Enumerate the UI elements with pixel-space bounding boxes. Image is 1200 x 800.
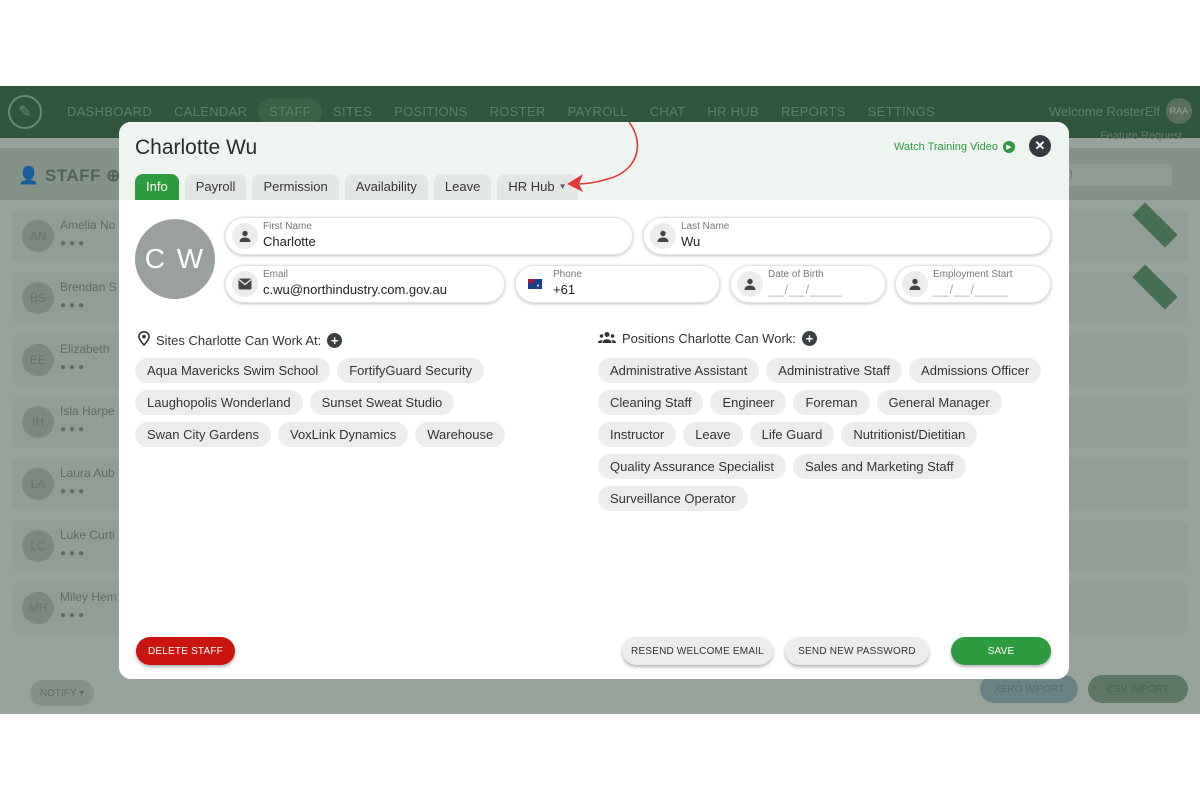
staff-edit-modal: Charlotte Wu Watch Training Video ▶ ✕ In… [119,122,1069,679]
tab-label: Permission [263,179,328,194]
site-chip[interactable]: Sunset Sweat Studio [309,390,455,415]
sites-heading: Sites Charlotte Can Work At: + [138,330,343,349]
sites-heading-text: Sites Charlotte Can Work At: [156,332,322,348]
date-of-birth-value[interactable]: __/__/____ [768,282,843,297]
position-chip[interactable]: Life Guard [749,422,835,447]
site-chip[interactable]: Laughopolis Wonderland [135,390,303,415]
close-button[interactable]: ✕ [1029,135,1051,157]
email-field[interactable]: Email c.wu@northindustry.com.gov.au [225,265,505,303]
position-chip[interactable]: Leave [683,422,743,447]
phone-label: Phone [553,269,582,280]
staff-avatar[interactable]: C W [135,219,215,299]
position-chip[interactable]: Engineer [710,390,787,415]
position-chip[interactable]: Surveillance Operator [598,486,748,511]
save-button[interactable]: SAVE [951,637,1051,665]
tab-label: Info [146,179,168,194]
site-chip[interactable]: Swan City Gardens [135,422,271,447]
last-name-label: Last Name [681,221,730,232]
delete-staff-button[interactable]: DELETE STAFF [136,637,235,665]
last-name-field[interactable]: Last Name Wu [643,217,1051,255]
tab-availability[interactable]: Availability [344,174,428,200]
last-name-value[interactable]: Wu [681,234,700,249]
tab-leave[interactable]: Leave [433,174,492,200]
position-chip[interactable]: Quality Assurance Specialist [598,454,787,479]
site-chip[interactable]: Aqua Mavericks Swim School [135,358,331,383]
person-icon [232,223,258,249]
watch-training-video-link[interactable]: Watch Training Video ▶ [894,141,1015,153]
date-of-birth-label: Date of Birth [768,269,824,280]
first-name-value[interactable]: Charlotte [263,234,316,249]
annotation-arrow [567,122,639,192]
tab-label: Payroll [195,179,236,194]
position-chip[interactable]: Cleaning Staff [598,390,704,415]
close-icon: ✕ [1034,138,1046,153]
position-chip[interactable]: Nutritionist/Dietitian [841,422,978,447]
watch-video-label: Watch Training Video [894,141,998,153]
position-chip[interactable]: Instructor [598,422,677,447]
site-chip[interactable]: FortifyGuard Security [337,358,485,383]
location-pin-icon [138,330,150,349]
person-icon [902,271,928,297]
modal-tabs: Info Payroll Permission Availability Lea… [135,174,578,200]
position-chip[interactable]: Administrative Staff [766,358,903,383]
position-chip[interactable]: Sales and Marketing Staff [793,454,966,479]
australia-flag-icon[interactable] [522,271,548,297]
tab-label: Availability [355,179,417,194]
people-icon [598,331,616,346]
email-value[interactable]: c.wu@northindustry.com.gov.au [263,282,447,297]
positions-heading-text: Positions Charlotte Can Work: [622,331,796,346]
email-label: Email [263,269,289,280]
person-icon [737,271,763,297]
phone-field[interactable]: Phone +61 [515,265,720,303]
add-site-icon[interactable]: + [327,332,343,348]
person-icon [650,223,676,249]
date-of-birth-field[interactable]: Date of Birth __/__/____ [730,265,886,303]
position-chip[interactable]: Administrative Assistant [598,358,760,383]
position-chip[interactable]: Admissions Officer [909,358,1042,383]
tab-label: Leave [444,179,481,194]
modal-title: Charlotte Wu [135,136,258,159]
employment-start-value[interactable]: __/__/____ [933,282,1008,297]
mail-icon [232,271,258,297]
site-chip[interactable]: VoxLink Dynamics [278,422,409,447]
tab-info[interactable]: Info [135,174,179,200]
sites-list: Aqua Mavericks Swim School FortifyGuard S… [135,358,535,447]
tab-label: HR Hub [508,179,555,194]
position-chip[interactable]: Foreman [793,390,870,415]
position-chip[interactable]: General Manager [876,390,1002,415]
positions-heading: Positions Charlotte Can Work: + [598,331,817,346]
phone-value[interactable]: +61 [553,282,575,297]
send-new-password-button[interactable]: SEND NEW PASSWORD [785,637,929,665]
add-position-icon[interactable]: + [801,331,817,346]
first-name-field[interactable]: First Name Charlotte [225,217,633,255]
employment-start-label: Employment Start [933,269,1013,280]
tab-payroll[interactable]: Payroll [184,174,247,200]
play-icon: ▶ [1002,141,1015,153]
tab-permission[interactable]: Permission [252,174,339,200]
positions-list: Administrative Assistant Administrative S… [598,358,1048,511]
app-frame: ✎ DASHBOARD CALENDAR STAFF SITES POSITIONS RO… [0,86,1200,714]
site-chip[interactable]: Warehouse [415,422,506,447]
first-name-label: First Name [263,221,312,232]
resend-welcome-email-button[interactable]: RESEND WELCOME EMAIL [622,637,773,665]
employment-start-field[interactable]: Employment Start __/__/____ [895,265,1051,303]
